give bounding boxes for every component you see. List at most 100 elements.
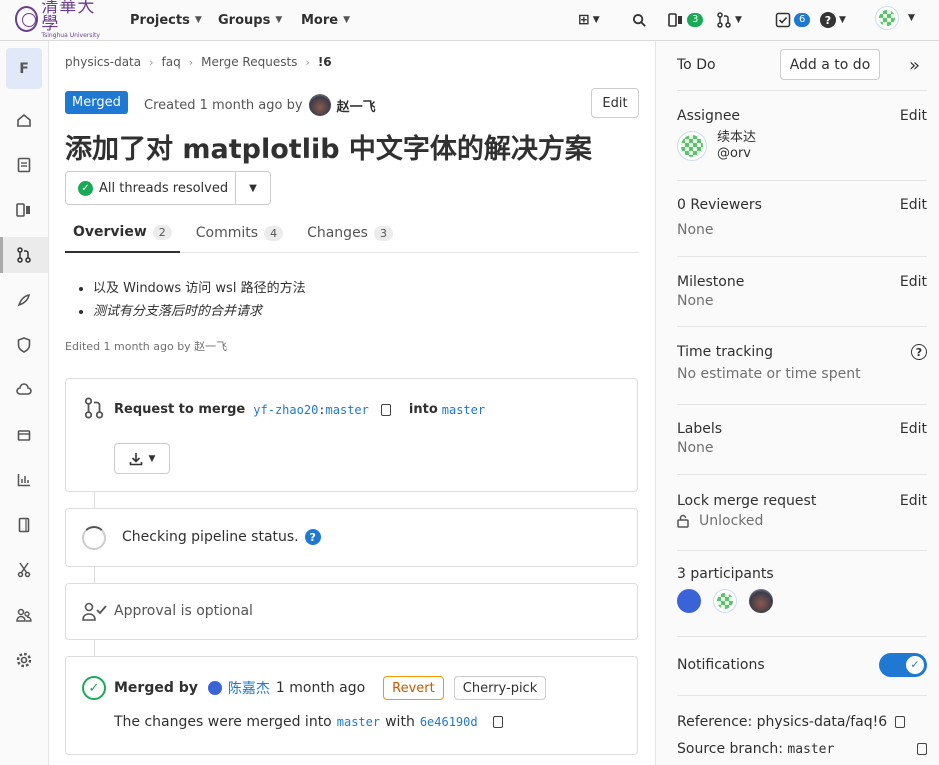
participant-avatar[interactable] <box>749 589 773 613</box>
tab-commits[interactable]: Commits 4 <box>188 213 291 253</box>
with-label: with <box>385 714 415 730</box>
threads-dropdown-toggle[interactable]: ▼ <box>235 172 270 204</box>
new-item-dropdown[interactable]: ⊞ ▼ <box>578 10 600 30</box>
sidebar-item-deployments[interactable] <box>0 372 48 408</box>
assignee-label: Assignee <box>677 108 741 124</box>
sidebar-item-snippets[interactable] <box>0 552 48 588</box>
logo-seal-icon <box>15 6 39 32</box>
breadcrumb-project[interactable]: faq <box>162 55 181 69</box>
breadcrumb-merge-requests[interactable]: Merge Requests <box>201 55 297 69</box>
timeline-connector <box>94 640 95 656</box>
reviewers-edit-link[interactable]: Edit <box>900 197 927 213</box>
chevron-down-icon: ▼ <box>249 182 257 194</box>
breadcrumb-group[interactable]: physics-data <box>65 55 141 69</box>
search-button[interactable] <box>632 10 647 30</box>
threads-resolved-button[interactable]: ✓ All threads resolved <box>66 172 235 204</box>
users-icon <box>16 608 32 622</box>
sidebar-item-settings[interactable] <box>0 642 48 678</box>
nav-more-label: More <box>301 12 339 28</box>
merged-status-widget: ✓ Merged by 陈嘉杰 1 month ago Revert Cherr… <box>65 656 638 755</box>
logo-text-cn: 清華大學 <box>41 0 96 34</box>
commit-sha-link[interactable]: 6e46190d <box>420 715 478 729</box>
copy-icon[interactable] <box>895 716 906 728</box>
page-title: 添加了对 matplotlib 中文字体的解决方案 <box>65 134 592 165</box>
source-branch-link[interactable]: yf-zhao20:master <box>253 403 369 417</box>
cherry-pick-button[interactable]: Cherry-pick <box>453 676 547 700</box>
assignee-user[interactable]: 续本达 @orv <box>677 130 927 162</box>
doc-icon <box>17 157 31 173</box>
help-icon[interactable]: ? <box>911 344 927 360</box>
tab-overview[interactable]: Overview 2 <box>65 213 180 253</box>
nav-more[interactable]: More ▼ <box>301 0 350 40</box>
target-branch-link[interactable]: master <box>442 403 485 417</box>
todos-button[interactable]: 6 <box>775 10 811 30</box>
sidebar-item-merge-requests[interactable] <box>0 237 48 273</box>
sidebar-item-project-overview[interactable] <box>0 102 48 138</box>
assignee-edit-link[interactable]: Edit <box>900 108 927 124</box>
merge-request-icon <box>717 12 731 28</box>
lock-edit-link[interactable]: Edit <box>900 493 927 509</box>
divider <box>677 256 927 257</box>
collapse-sidebar-icon[interactable]: » <box>909 55 920 76</box>
merge-requests-button[interactable]: ▼ <box>716 10 742 30</box>
merged-branch-link[interactable]: master <box>337 715 380 729</box>
merger-name[interactable]: 陈嘉杰 <box>228 678 270 698</box>
tsinghua-logo[interactable]: 清華大學 Tsinghua University <box>15 0 105 39</box>
sidebar-item-repository[interactable] <box>0 147 48 183</box>
author-name[interactable]: 赵一飞 <box>337 96 376 115</box>
breadcrumb-current[interactable]: !6 <box>318 55 332 69</box>
nav-groups[interactable]: Groups ▼ <box>218 0 282 40</box>
milestone-label: Milestone <box>677 274 745 290</box>
reviewers-section: 0 Reviewers Edit None <box>677 197 927 238</box>
help-dropdown[interactable]: ? ▼ <box>820 10 846 30</box>
nav-projects[interactable]: Projects ▼ <box>130 0 202 40</box>
mr-tabs: Overview 2 Commits 4 Changes 3 <box>65 213 639 253</box>
participant-avatar[interactable] <box>677 589 701 613</box>
description-item: 以及 Windows 访问 wsl 路径的方法 <box>93 277 306 300</box>
tab-changes-count: 3 <box>373 225 393 241</box>
sidebar-item-ci-cd[interactable] <box>0 282 48 318</box>
time-tracking-section: Time tracking? No estimate or time spent <box>677 344 927 382</box>
user-menu[interactable]: ▼ <box>875 6 915 30</box>
tab-changes[interactable]: Changes 3 <box>299 213 401 253</box>
lock-status: Unlocked <box>677 513 927 529</box>
issues-button[interactable]: 3 <box>668 10 704 30</box>
project-avatar[interactable]: F <box>6 48 42 89</box>
sidebar-item-issues[interactable] <box>0 192 48 228</box>
author-avatar[interactable] <box>308 94 331 116</box>
notifications-toggle[interactable] <box>879 653 927 677</box>
top-navbar: 清華大學 Tsinghua University Projects ▼ Group… <box>0 0 939 41</box>
status-badge: Merged <box>65 91 128 114</box>
sidebar-item-wiki[interactable] <box>0 507 48 543</box>
help-icon[interactable]: ? <box>304 529 321 545</box>
sidebar-item-members[interactable] <box>0 597 48 633</box>
request-to-merge-label: Request to merge <box>114 402 246 417</box>
copy-icon[interactable] <box>492 716 503 728</box>
reviewers-label: 0 Reviewers <box>677 197 762 213</box>
add-todo-button[interactable]: Add a to do <box>780 49 880 80</box>
chevron-down-icon: ▼ <box>592 15 600 25</box>
edit-button[interactable]: Edit <box>591 88 639 118</box>
revert-button[interactable]: Revert <box>383 676 444 700</box>
merge-request-icon <box>84 397 104 419</box>
sidebar-item-packages[interactable] <box>0 417 48 453</box>
milestone-edit-link[interactable]: Edit <box>900 274 927 290</box>
participants-section: 3 participants <box>677 566 927 613</box>
sidebar-item-security[interactable] <box>0 327 48 363</box>
rocket-icon <box>17 293 31 307</box>
copy-icon[interactable] <box>380 403 391 416</box>
labels-edit-link[interactable]: Edit <box>900 421 927 437</box>
pipeline-status-text: Checking pipeline status. <box>122 529 299 545</box>
merger-avatar[interactable] <box>207 681 222 695</box>
copy-icon[interactable] <box>917 743 927 755</box>
assignee-handle: @orv <box>717 146 751 161</box>
participant-avatar[interactable] <box>713 589 737 613</box>
success-check-icon: ✓ <box>82 676 106 700</box>
logo-text-en: Tsinghua University <box>41 32 100 39</box>
source-branch-value: master <box>787 742 835 757</box>
download-dropdown[interactable]: ▼ <box>114 443 170 474</box>
source-branch-label: Source branch: <box>677 741 783 757</box>
breadcrumb: physics-data › faq › Merge Requests › !6 <box>65 55 332 69</box>
user-avatar <box>875 6 899 30</box>
sidebar-item-analytics[interactable] <box>0 462 48 498</box>
